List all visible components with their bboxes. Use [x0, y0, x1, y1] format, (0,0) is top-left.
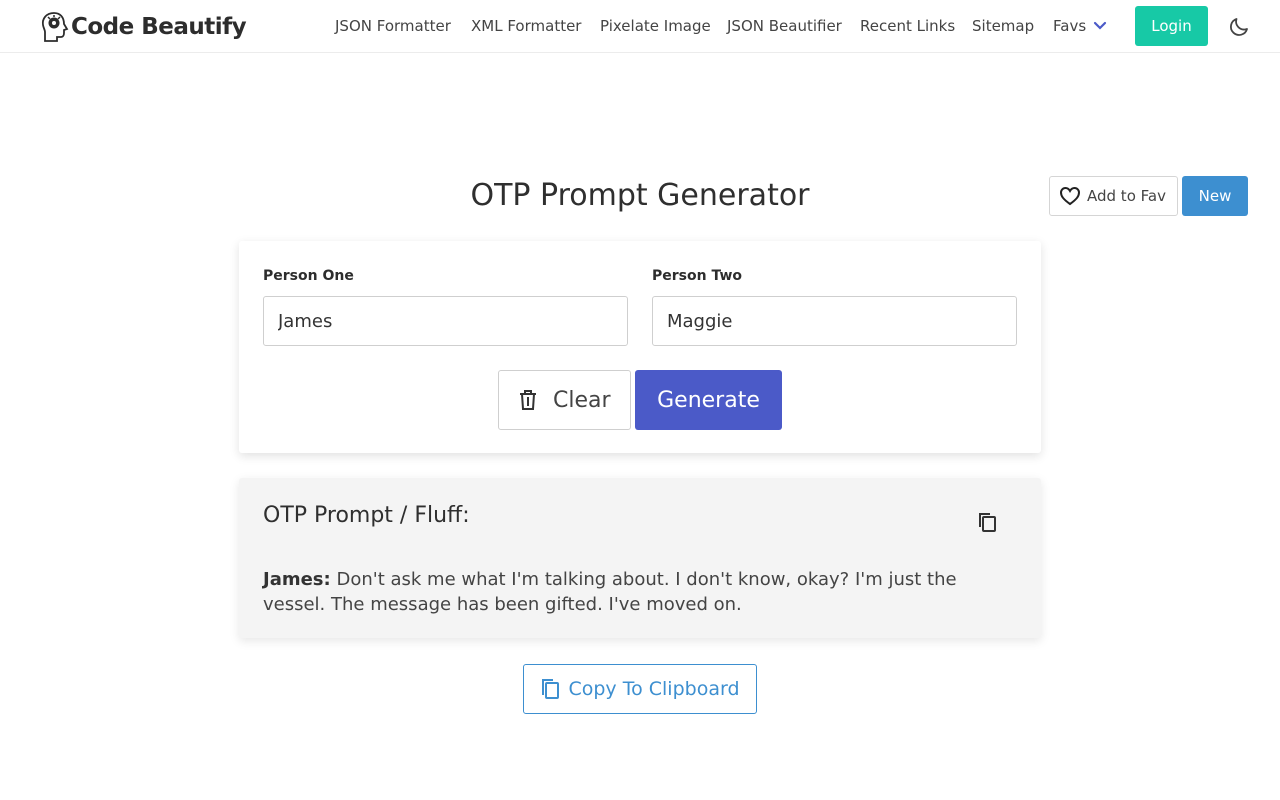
chevron-down-icon[interactable] [1093, 21, 1107, 31]
top-navbar: Code Beautify JSON Formatter XML Formatt… [0, 0, 1280, 53]
output-message: Don't ask me what I'm talking about. I d… [263, 569, 957, 615]
output-card: OTP Prompt / Fluff: James: Don't ask me … [239, 478, 1041, 638]
nav-pixelate-image[interactable]: Pixelate Image [600, 17, 711, 35]
person-two-input[interactable] [652, 296, 1017, 346]
person-two-label: Person Two [652, 268, 743, 284]
nav-json-beautifier[interactable]: JSON Beautifier [727, 17, 842, 35]
clear-button[interactable]: Clear [498, 370, 631, 430]
head-gear-logo-icon [41, 12, 69, 42]
trash-icon [520, 390, 536, 410]
add-to-fav-button[interactable]: Add to Fav [1049, 176, 1178, 216]
brand-logo-link[interactable]: Code Beautify [40, 10, 247, 44]
copy-to-clipboard-button[interactable]: Copy To Clipboard [523, 664, 757, 714]
new-button[interactable]: New [1182, 176, 1248, 216]
copy-to-clipboard-label: Copy To Clipboard [568, 678, 740, 700]
nav-json-formatter[interactable]: JSON Formatter [335, 17, 451, 35]
output-text: James: Don't ask me what I'm talking abo… [263, 567, 1023, 617]
nav-favs[interactable]: Favs [1053, 17, 1086, 35]
copy-icon [542, 679, 560, 699]
add-to-fav-label: Add to Fav [1087, 187, 1166, 205]
person-one-label: Person One [263, 268, 354, 284]
output-speaker: James: [263, 569, 331, 590]
generate-button[interactable]: Generate [635, 370, 782, 430]
brand-name: Code Beautify [71, 14, 247, 40]
prompt-form-card: Person One Person Two Clear Generate [239, 241, 1041, 453]
login-button[interactable]: Login [1135, 6, 1208, 46]
clear-label: Clear [553, 387, 611, 413]
moon-icon[interactable] [1229, 15, 1251, 37]
person-one-input[interactable] [263, 296, 628, 346]
copy-icon[interactable] [977, 511, 997, 533]
heart-icon [1059, 186, 1081, 206]
nav-recent-links[interactable]: Recent Links [860, 17, 955, 35]
output-title: OTP Prompt / Fluff: [263, 503, 470, 528]
nav-xml-formatter[interactable]: XML Formatter [471, 17, 581, 35]
nav-sitemap[interactable]: Sitemap [972, 17, 1034, 35]
